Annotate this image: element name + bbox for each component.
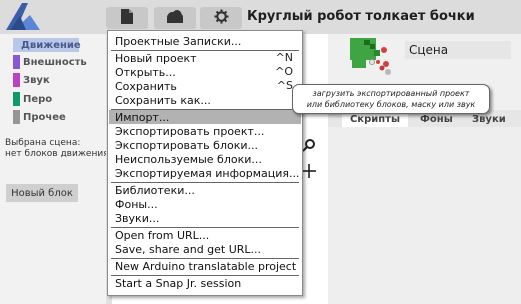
category-label: Внешность — [23, 56, 87, 68]
tooltip-line: загрузить экспортированный проект — [312, 89, 470, 98]
sprite-thumbnail[interactable] — [348, 36, 396, 82]
sprite-name-field[interactable]: Сцена — [405, 41, 511, 59]
menu-item-label: Открыть... — [115, 65, 176, 79]
menu-item-new-project[interactable]: Новый проект ^N — [109, 51, 301, 65]
menu-item-label: Импорт... — [115, 110, 170, 124]
menu-item-open[interactable]: Открыть... ^O — [109, 65, 301, 79]
menu-item-project-notes[interactable]: Проектные Записки... — [109, 34, 301, 48]
menu-item-label: Звуки... — [115, 211, 160, 225]
menu-item-label: Экспортировать проект... — [115, 124, 265, 138]
tab-scripts[interactable]: Скрипты — [342, 112, 408, 127]
category-sound[interactable]: Звук — [13, 73, 83, 87]
menu-item-open-url[interactable]: Open from URL... — [109, 228, 301, 242]
category-label: Звук — [23, 74, 50, 86]
top-bar: Круглый робот толкает бочки — [0, 0, 521, 34]
menu-shortcut: ^N — [275, 51, 293, 64]
tab-sounds[interactable]: Звуки — [472, 114, 506, 125]
category-label: Перо — [23, 93, 53, 105]
gear-icon — [213, 9, 229, 27]
menu-item-label: Save, share and get URL... — [115, 242, 262, 256]
script-tools — [302, 136, 316, 184]
menu-shortcut: ^S — [276, 79, 293, 92]
menu-item-sounds[interactable]: Звуки... — [109, 211, 301, 225]
menu-item-new-arduino-project[interactable]: New Arduino translatable project — [109, 259, 301, 273]
category-motion[interactable]: Движение — [13, 38, 81, 52]
menu-item-snap-jr[interactable]: Start a Snap Jr. session — [109, 276, 301, 290]
menu-item-import[interactable]: Импорт... — [109, 110, 301, 124]
menu-item-label: Сохранить как... — [115, 93, 211, 107]
menu-item-label: Start a Snap Jr. session — [115, 276, 242, 290]
tooltip-line: или библиотеку блоков, маску или звук — [306, 100, 476, 109]
menu-item-label: Фоны... — [115, 197, 158, 211]
category-palette: Движение Внешность Звук Перо Прочее Выбр… — [0, 34, 109, 304]
import-tooltip: загрузить экспортированный проект или би… — [292, 84, 490, 114]
category-label: Прочее — [23, 111, 66, 123]
menu-item-label: Экспортируемая информация... — [115, 166, 300, 180]
add-icon[interactable] — [302, 162, 316, 184]
menu-item-save[interactable]: Сохранить ^S — [109, 79, 301, 93]
cloud-button[interactable] — [154, 7, 196, 29]
new-block-button[interactable]: Новый блок — [6, 184, 78, 202]
menu-item-label: Экспортировать блоки... — [115, 138, 258, 152]
menu-item-label: Неиспользуемые блоки... — [115, 152, 262, 166]
project-title: Круглый робот толкает бочки — [247, 9, 475, 24]
category-color-swatch — [13, 92, 20, 106]
cloud-icon — [165, 10, 185, 26]
category-label: Движение — [21, 39, 81, 51]
file-menu-button[interactable] — [106, 7, 148, 29]
file-menu: Проектные Записки... Новый проект ^N Откр… — [107, 30, 303, 296]
category-other[interactable]: Прочее — [13, 110, 83, 124]
search-icon[interactable] — [302, 136, 316, 158]
menu-item-save-share-url[interactable]: Save, share and get URL... — [109, 242, 301, 256]
menu-item-export-summary[interactable]: Экспортируемая информация... — [109, 166, 301, 180]
menu-item-label: New Arduino translatable project — [115, 259, 297, 273]
category-color-swatch — [13, 110, 20, 124]
menu-item-export-project[interactable]: Экспортировать проект... — [109, 124, 301, 138]
palette-info-line: Выбрана сцена: — [5, 138, 81, 148]
menu-item-label: Библиотеки... — [115, 183, 195, 197]
category-color-swatch — [13, 73, 20, 87]
tab-costumes[interactable]: Фоны — [420, 114, 453, 125]
category-looks[interactable]: Внешность — [13, 55, 87, 69]
category-pen[interactable]: Перо — [13, 92, 83, 106]
category-color-swatch — [13, 55, 20, 69]
menu-item-label: Сохранить — [115, 79, 177, 93]
menu-item-label: Новый проект — [115, 51, 197, 65]
menu-shortcut: ^O — [275, 65, 293, 78]
menu-item-save-as[interactable]: Сохранить как... — [109, 93, 301, 107]
settings-button[interactable] — [200, 7, 242, 29]
menu-item-libraries[interactable]: Библиотеки... — [109, 183, 301, 197]
snap-logo-icon[interactable] — [6, 3, 40, 31]
menu-item-label: Open from URL... — [115, 228, 210, 242]
palette-info-text: Выбрана сцена: нет блоков движения — [5, 138, 109, 160]
file-icon — [121, 9, 133, 27]
menu-item-export-blocks[interactable]: Экспортировать блоки... — [109, 138, 301, 152]
menu-item-label: Проектные Записки... — [115, 34, 242, 48]
sprite-scripts-area[interactable] — [328, 127, 521, 304]
palette-info-line: нет блоков движения — [5, 149, 109, 159]
menu-item-costumes[interactable]: Фоны... — [109, 197, 301, 211]
menu-item-unused-blocks[interactable]: Неиспользуемые блоки... — [109, 152, 301, 166]
